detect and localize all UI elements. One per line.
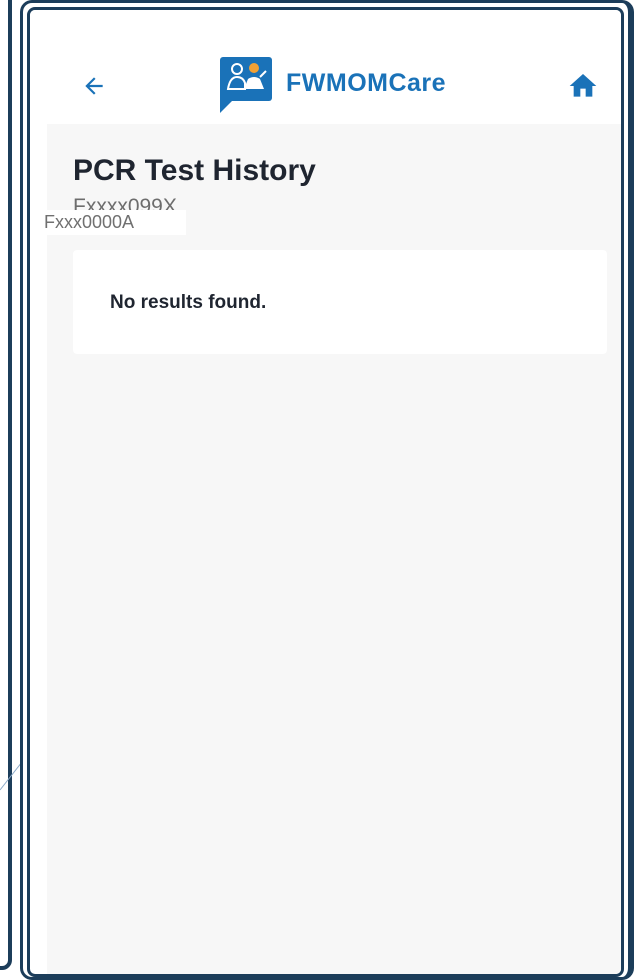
arrow-left-icon	[85, 77, 103, 95]
back-button[interactable]	[70, 62, 118, 110]
home-button[interactable]	[559, 62, 607, 110]
id-overlay-label: Fxxx0000A	[44, 210, 187, 235]
device-frame: FWMOMCare PCR Test History Fxxxx099X No …	[20, 0, 634, 980]
app-screen: FWMOMCare PCR Test History Fxxxx099X No …	[27, 7, 624, 977]
fwmomcare-logo-icon	[220, 57, 272, 113]
empty-state-message: No results found.	[110, 292, 267, 313]
app-bar: FWMOMCare	[30, 10, 621, 124]
results-card: No results found.	[73, 250, 607, 354]
brand-name: FWMOMCare	[286, 68, 447, 97]
adjacent-frame	[0, 0, 12, 970]
home-icon	[569, 74, 597, 97]
content-area: PCR Test History Fxxxx099X No results fo…	[47, 124, 621, 974]
page-title: PCR Test History	[73, 154, 316, 187]
app-logo: FWMOMCare	[218, 52, 446, 114]
